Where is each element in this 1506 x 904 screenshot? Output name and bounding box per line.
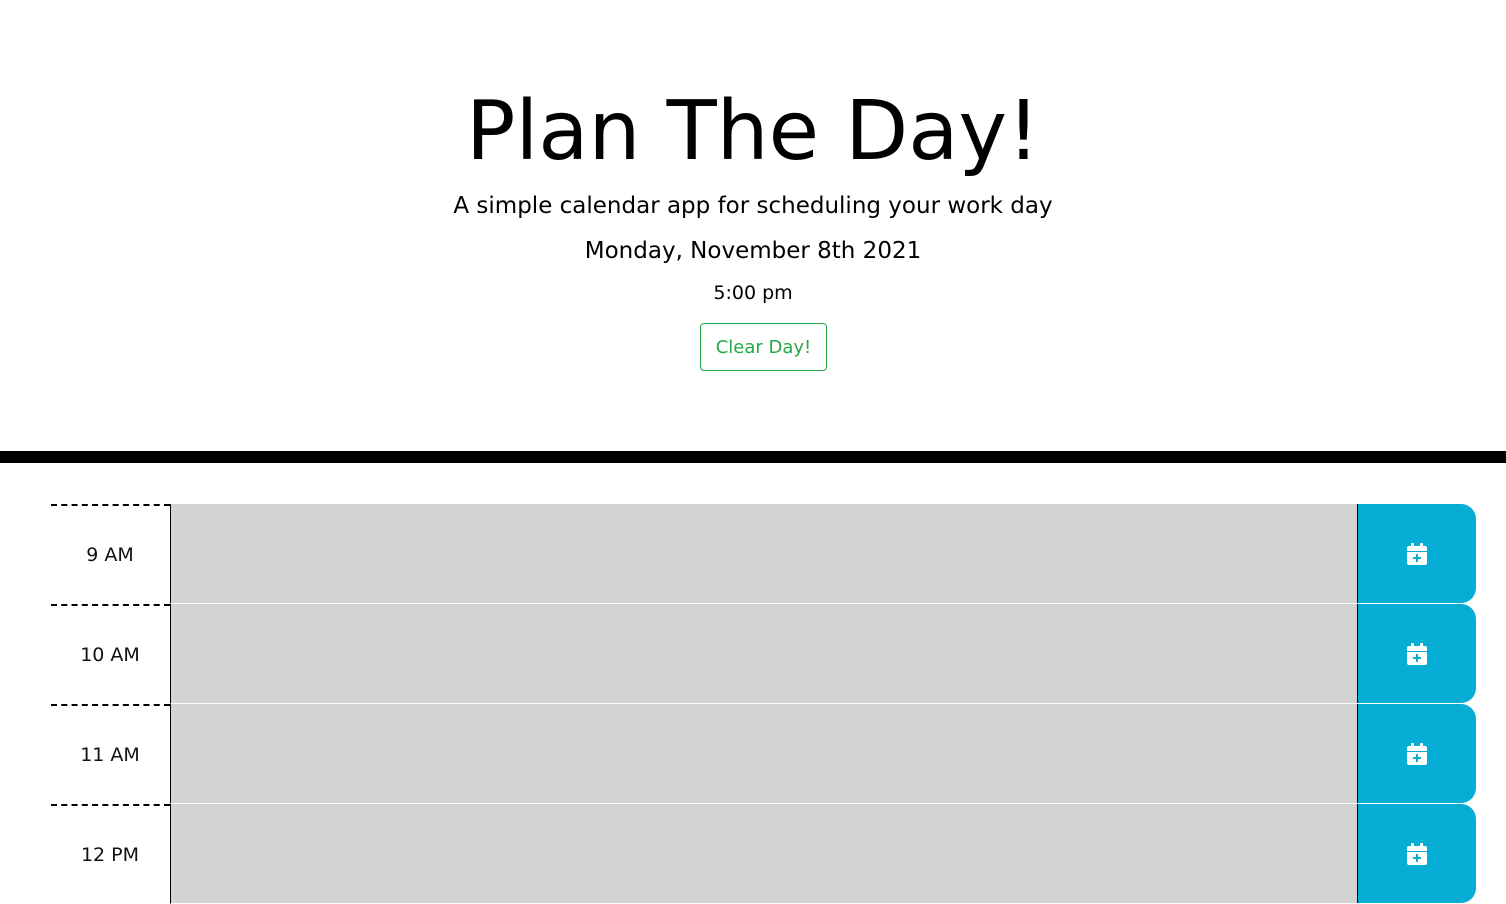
save-button[interactable] — [1357, 704, 1476, 803]
current-time: 5:00 pm — [713, 282, 793, 304]
current-date: Monday, November 8th 2021 — [584, 238, 922, 264]
time-block-9am: 9 AM — [51, 504, 1476, 604]
header-divider — [0, 451, 1506, 463]
save-button[interactable] — [1357, 504, 1476, 603]
save-button[interactable] — [1357, 804, 1476, 903]
hour-label: 12 PM — [51, 804, 170, 904]
page-subtitle: A simple calendar app for scheduling you… — [453, 193, 1053, 219]
page-header: Plan The Day! A simple calendar app for … — [0, 0, 1506, 451]
time-block-10am: 10 AM — [51, 604, 1476, 704]
hour-label: 11 AM — [51, 704, 170, 804]
hour-label: 9 AM — [51, 504, 170, 604]
clear-day-button[interactable]: Clear Day! — [700, 323, 827, 371]
calendar-plus-icon — [1407, 642, 1427, 665]
description-input[interactable] — [170, 804, 1358, 904]
time-block-12pm: 12 PM — [51, 804, 1476, 904]
description-input[interactable] — [170, 604, 1358, 704]
save-button[interactable] — [1357, 604, 1476, 703]
calendar-plus-icon — [1407, 842, 1427, 865]
hour-label: 10 AM — [51, 604, 170, 704]
time-block-11am: 11 AM — [51, 704, 1476, 804]
description-input[interactable] — [170, 704, 1358, 804]
calendar-plus-icon — [1407, 742, 1427, 765]
page-title: Plan The Day! — [466, 84, 1040, 179]
description-input[interactable] — [170, 504, 1358, 604]
calendar-plus-icon — [1407, 542, 1427, 565]
